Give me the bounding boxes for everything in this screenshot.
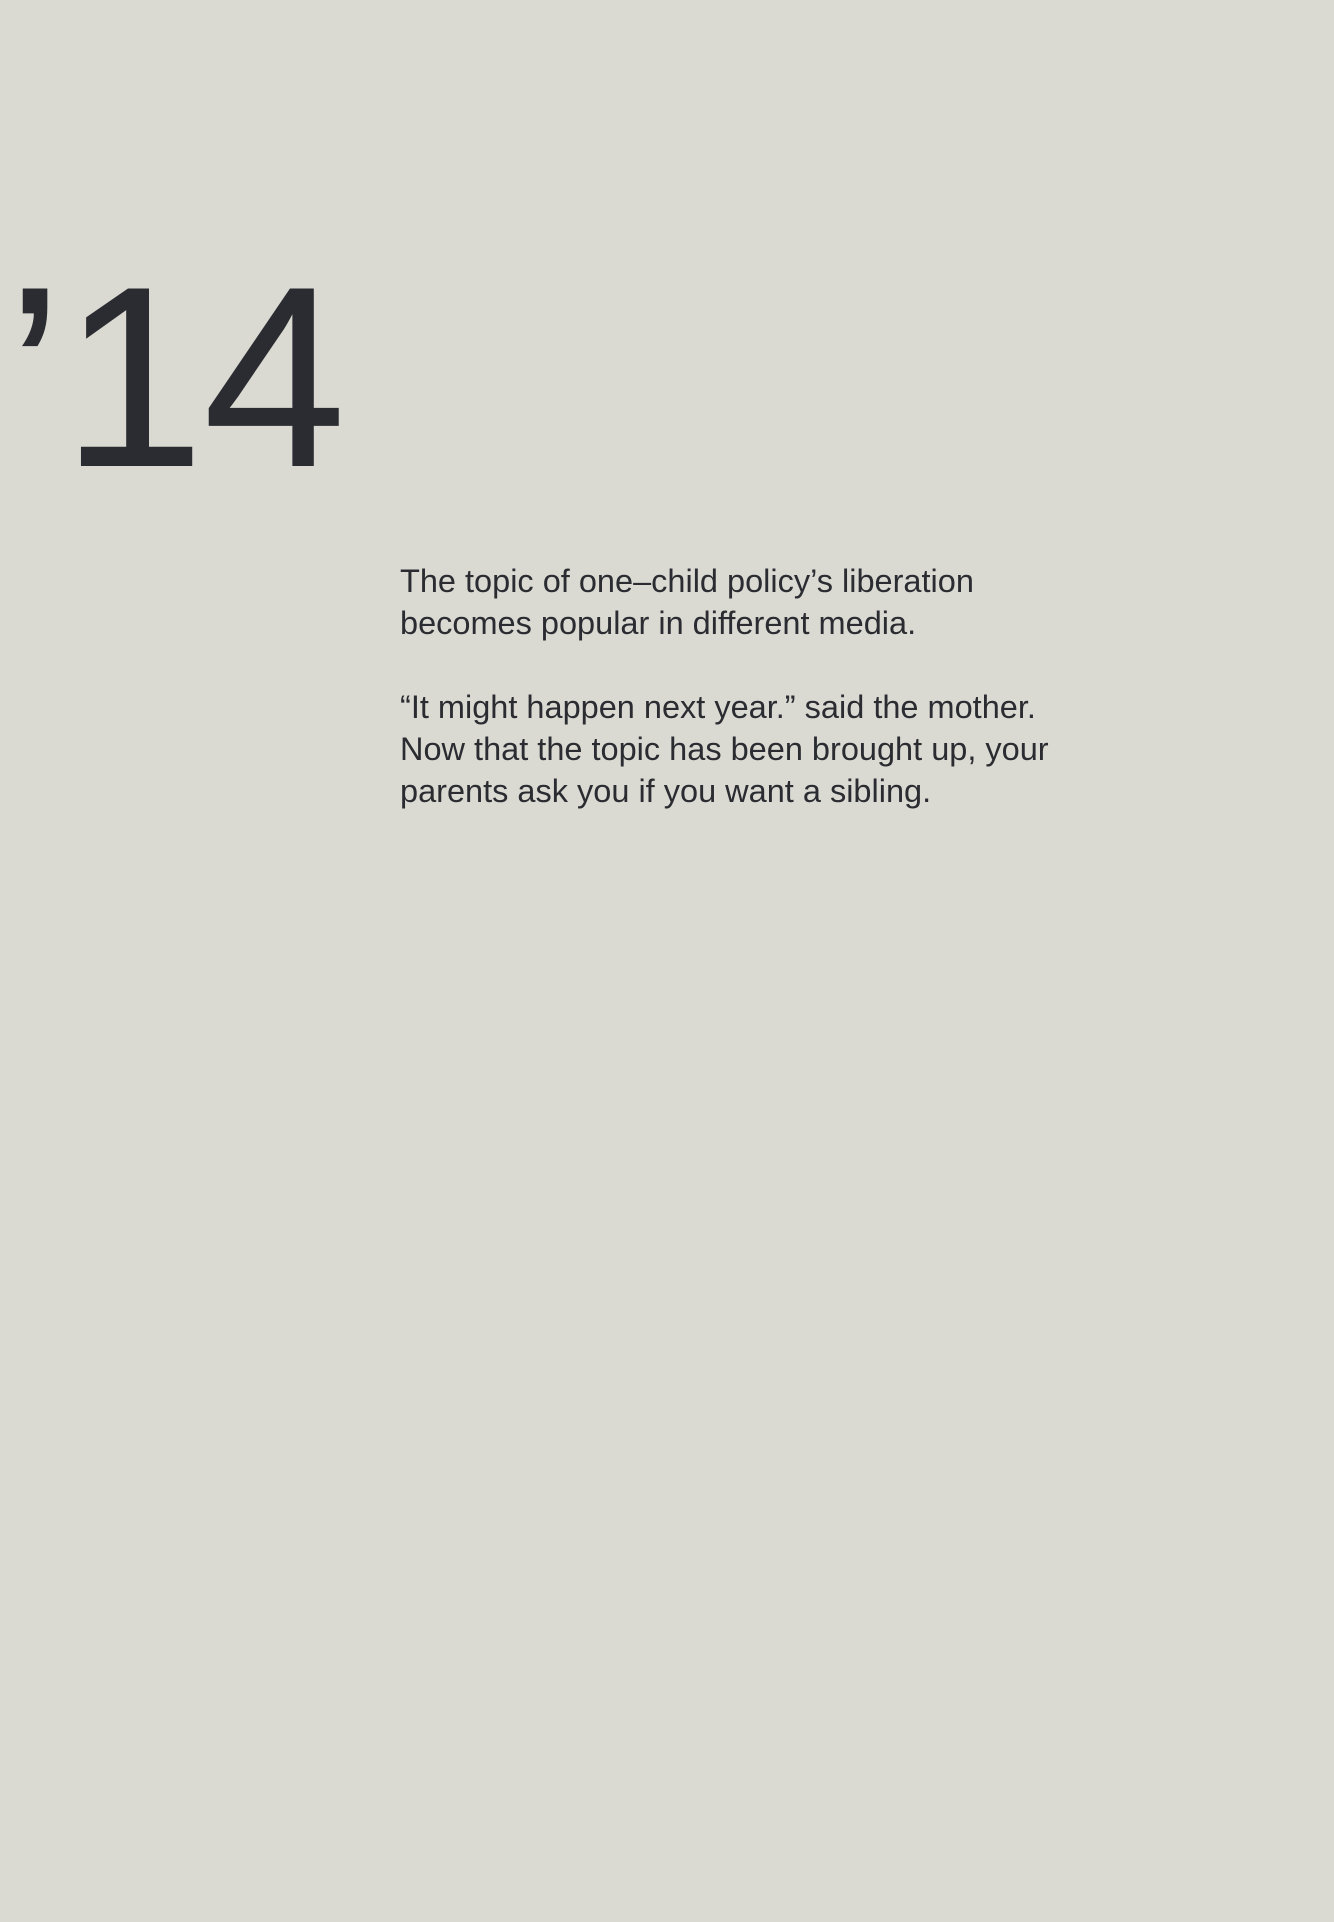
paragraph-line: becomes popular in different media.: [400, 605, 917, 641]
year-heading: ’14: [6, 232, 346, 521]
paragraph-media-topic: The topic of one–child policy’s liberati…: [400, 560, 1120, 644]
paragraph-line: parents ask you if you want a sibling.: [400, 773, 932, 809]
paragraph-line: “It might happen next year.” said the mo…: [400, 689, 1036, 725]
paragraph-mother-quote: “It might happen next year.” said the mo…: [400, 686, 1120, 812]
story-text: The topic of one–child policy’s liberati…: [400, 560, 1120, 854]
paragraph-line: Now that the topic has been brought up, …: [400, 731, 1049, 767]
paragraph-line: The topic of one–child policy’s liberati…: [400, 563, 974, 599]
